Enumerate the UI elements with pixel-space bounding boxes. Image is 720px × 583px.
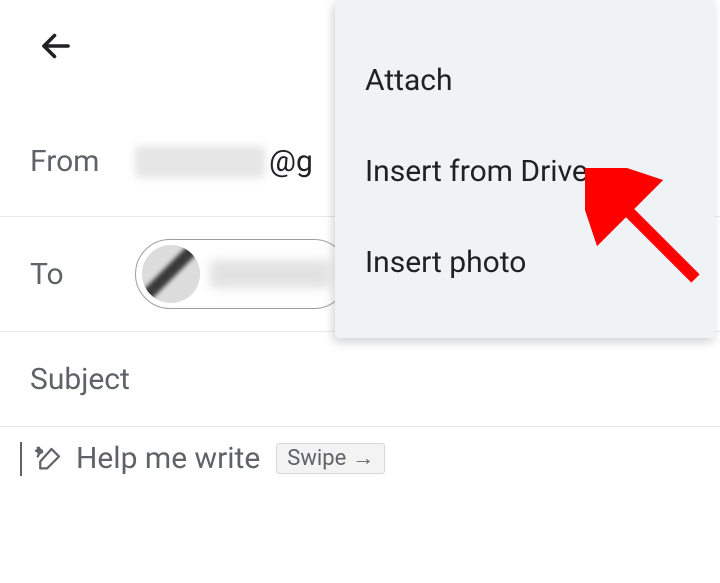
redacted-sender — [135, 146, 265, 178]
help-me-write-row[interactable]: Help me write Swipe → — [0, 427, 720, 490]
from-label: From — [30, 122, 135, 179]
menu-item-insert-photo[interactable]: Insert photo — [335, 217, 715, 308]
text-cursor — [20, 442, 22, 476]
attach-menu: Attach Insert from Drive Insert photo — [335, 0, 715, 338]
from-domain: @g — [269, 144, 313, 179]
to-label: To — [30, 257, 135, 292]
arrow-right-icon: → — [352, 448, 374, 470]
swipe-label: Swipe — [287, 446, 346, 471]
swipe-hint: Swipe → — [276, 443, 385, 474]
subject-label: Subject — [30, 362, 135, 397]
avatar — [142, 245, 200, 303]
menu-item-attach[interactable]: Attach — [335, 35, 715, 126]
menu-item-insert-from-drive[interactable]: Insert from Drive — [335, 126, 715, 217]
help-me-write-text: Help me write — [76, 441, 260, 476]
back-arrow-icon[interactable] — [38, 28, 74, 64]
recipient-chip[interactable] — [135, 239, 349, 309]
subject-row[interactable]: Subject — [0, 332, 720, 427]
pencil-sparkle-icon — [34, 444, 64, 474]
redacted-recipient — [210, 260, 330, 288]
